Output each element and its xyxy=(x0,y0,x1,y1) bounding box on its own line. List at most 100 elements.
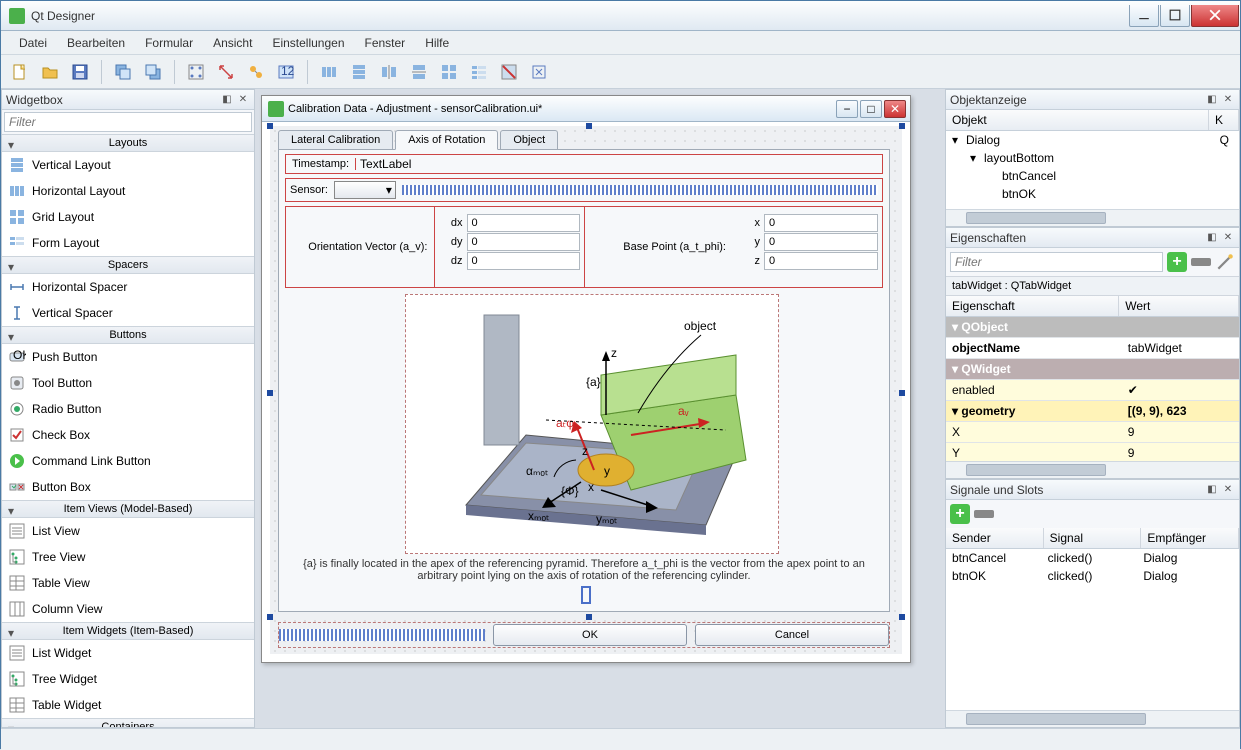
tree-item[interactable]: btnCancel xyxy=(946,167,1239,185)
widgetbox-item[interactable]: Table Widget xyxy=(2,692,254,718)
menu-ansicht[interactable]: Ansicht xyxy=(203,33,262,53)
widgetbox-item[interactable]: Vertical Layout xyxy=(2,152,254,178)
remove-icon[interactable] xyxy=(974,510,994,518)
cancel-button[interactable]: Cancel xyxy=(695,624,889,646)
widgetbox-group[interactable]: ▾Containers xyxy=(2,718,254,727)
save-button[interactable] xyxy=(67,59,93,85)
widgetbox-item[interactable]: Tree View xyxy=(2,544,254,570)
widgetbox-item[interactable]: Button Box xyxy=(2,474,254,500)
add-icon[interactable]: + xyxy=(950,504,970,524)
widgetbox-item[interactable]: Vertical Spacer xyxy=(2,300,254,326)
menu-formular[interactable]: Formular xyxy=(135,33,203,53)
property-row[interactable]: Y9 xyxy=(946,443,1239,461)
maximize-button[interactable] xyxy=(1160,5,1190,27)
widgetbox-item[interactable]: Form Layout xyxy=(2,230,254,256)
form-window[interactable]: Calibration Data - Adjustment - sensorCa… xyxy=(261,95,911,663)
signal-row[interactable]: btnCancelclicked()Dialog xyxy=(946,549,1239,567)
widgetbox-list[interactable]: ▾LayoutsVertical LayoutHorizontal Layout… xyxy=(2,134,254,727)
layout-hsplit-button[interactable] xyxy=(376,59,402,85)
property-row[interactable]: enabled✔ xyxy=(946,380,1239,401)
property-category[interactable]: ▾ QWidget xyxy=(946,359,1239,380)
widgetbox-item[interactable]: Column View xyxy=(2,596,254,622)
widgetbox-item[interactable]: List Widget xyxy=(2,640,254,666)
form-minimize-button[interactable]: − xyxy=(836,100,858,118)
widgetbox-item[interactable]: Command Link Button xyxy=(2,448,254,474)
widgetbox-group[interactable]: ▾Buttons xyxy=(2,326,254,344)
close-icon[interactable]: ✕ xyxy=(1221,231,1235,245)
close-icon[interactable]: ✕ xyxy=(1221,483,1235,497)
ok-button[interactable]: OK xyxy=(493,624,687,646)
dock-toggle-icon[interactable]: ◧ xyxy=(220,93,234,107)
widgetbox-item[interactable]: Check Box xyxy=(2,422,254,448)
layout-grid-button[interactable] xyxy=(436,59,462,85)
properties-list[interactable]: ▾ QObjectobjectNametabWidget▾ QWidgetena… xyxy=(946,317,1239,461)
break-layout-button[interactable] xyxy=(496,59,522,85)
widgetbox-item[interactable]: OKPush Button xyxy=(2,344,254,370)
scrollbar[interactable] xyxy=(946,710,1239,727)
close-icon[interactable]: ✕ xyxy=(236,93,250,107)
add-icon[interactable]: + xyxy=(1167,252,1187,272)
number-field[interactable]: 0 xyxy=(467,252,580,270)
widgetbox-group[interactable]: ▾Item Views (Model-Based) xyxy=(2,500,254,518)
edit-buddies-button[interactable] xyxy=(243,59,269,85)
object-tree[interactable]: ▾DialogQ▾layoutBottombtnCancelbtnOK xyxy=(946,131,1239,209)
new-form-button[interactable] xyxy=(7,59,33,85)
tab-lateral[interactable]: Lateral Calibration xyxy=(278,130,393,150)
scrollbar[interactable] xyxy=(946,461,1239,478)
sensor-combo[interactable]: ▾ xyxy=(334,181,396,199)
number-field[interactable]: 0 xyxy=(467,233,580,251)
form-maximize-button[interactable]: □ xyxy=(860,100,882,118)
widgetbox-item[interactable]: Table View xyxy=(2,570,254,596)
widgetbox-item[interactable]: Grid Layout xyxy=(2,204,254,230)
layout-form-button[interactable] xyxy=(466,59,492,85)
edit-signals-button[interactable] xyxy=(213,59,239,85)
tab-object[interactable]: Object xyxy=(500,130,558,150)
widgetbox-filter[interactable] xyxy=(4,112,252,132)
widgetbox-group[interactable]: ▾Spacers xyxy=(2,256,254,274)
scrollbar[interactable] xyxy=(946,209,1239,226)
number-field[interactable]: 0 xyxy=(764,252,878,270)
number-field[interactable]: 0 xyxy=(764,233,878,251)
menu-hilfe[interactable]: Hilfe xyxy=(415,33,459,53)
dock-toggle-icon[interactable]: ◧ xyxy=(1205,93,1219,107)
tree-item[interactable]: ▾layoutBottom xyxy=(946,149,1239,167)
properties-filter[interactable] xyxy=(950,252,1163,272)
property-category[interactable]: ▾ QObject xyxy=(946,317,1239,338)
signals-list[interactable]: btnCancelclicked()DialogbtnOKclicked()Di… xyxy=(946,549,1239,710)
signal-row[interactable]: btnOKclicked()Dialog xyxy=(946,567,1239,585)
number-field[interactable]: 0 xyxy=(764,214,878,232)
dock-toggle-icon[interactable]: ◧ xyxy=(1205,483,1219,497)
tab-axis[interactable]: Axis of Rotation xyxy=(395,130,498,150)
edit-taborder-button[interactable]: 123 xyxy=(273,59,299,85)
menu-einstellungen[interactable]: Einstellungen xyxy=(262,33,354,53)
bring-front-button[interactable] xyxy=(140,59,166,85)
menu-bearbeiten[interactable]: Bearbeiten xyxy=(57,33,135,53)
property-row[interactable]: X9 xyxy=(946,422,1239,443)
widgetbox-item[interactable]: List View xyxy=(2,518,254,544)
menu-datei[interactable]: Datei xyxy=(9,33,57,53)
wand-icon[interactable] xyxy=(1215,252,1235,272)
widgetbox-item[interactable]: Horizontal Layout xyxy=(2,178,254,204)
property-row[interactable]: ▾ geometry[(9, 9), 623 xyxy=(946,401,1239,422)
dock-toggle-icon[interactable]: ◧ xyxy=(1205,231,1219,245)
widgetbox-group[interactable]: ▾Item Widgets (Item-Based) xyxy=(2,622,254,640)
adjust-size-button[interactable] xyxy=(526,59,552,85)
widgetbox-item[interactable]: Radio Button xyxy=(2,396,254,422)
property-row[interactable]: objectNametabWidget xyxy=(946,338,1239,359)
open-button[interactable] xyxy=(37,59,63,85)
remove-icon[interactable] xyxy=(1191,258,1211,266)
widgetbox-group[interactable]: ▾Layouts xyxy=(2,134,254,152)
send-back-button[interactable] xyxy=(110,59,136,85)
layout-vsplit-button[interactable] xyxy=(406,59,432,85)
widgetbox-item[interactable]: Tree Widget xyxy=(2,666,254,692)
widgetbox-item[interactable]: Horizontal Spacer xyxy=(2,274,254,300)
tree-item[interactable]: ▾DialogQ xyxy=(946,131,1239,149)
tree-item[interactable]: btnOK xyxy=(946,185,1239,203)
minimize-button[interactable] xyxy=(1129,5,1159,27)
form-close-button[interactable]: ✕ xyxy=(884,100,906,118)
close-button[interactable] xyxy=(1191,5,1239,27)
close-icon[interactable]: ✕ xyxy=(1221,93,1235,107)
menu-fenster[interactable]: Fenster xyxy=(355,33,416,53)
layout-v-button[interactable] xyxy=(346,59,372,85)
widgetbox-item[interactable]: Tool Button xyxy=(2,370,254,396)
